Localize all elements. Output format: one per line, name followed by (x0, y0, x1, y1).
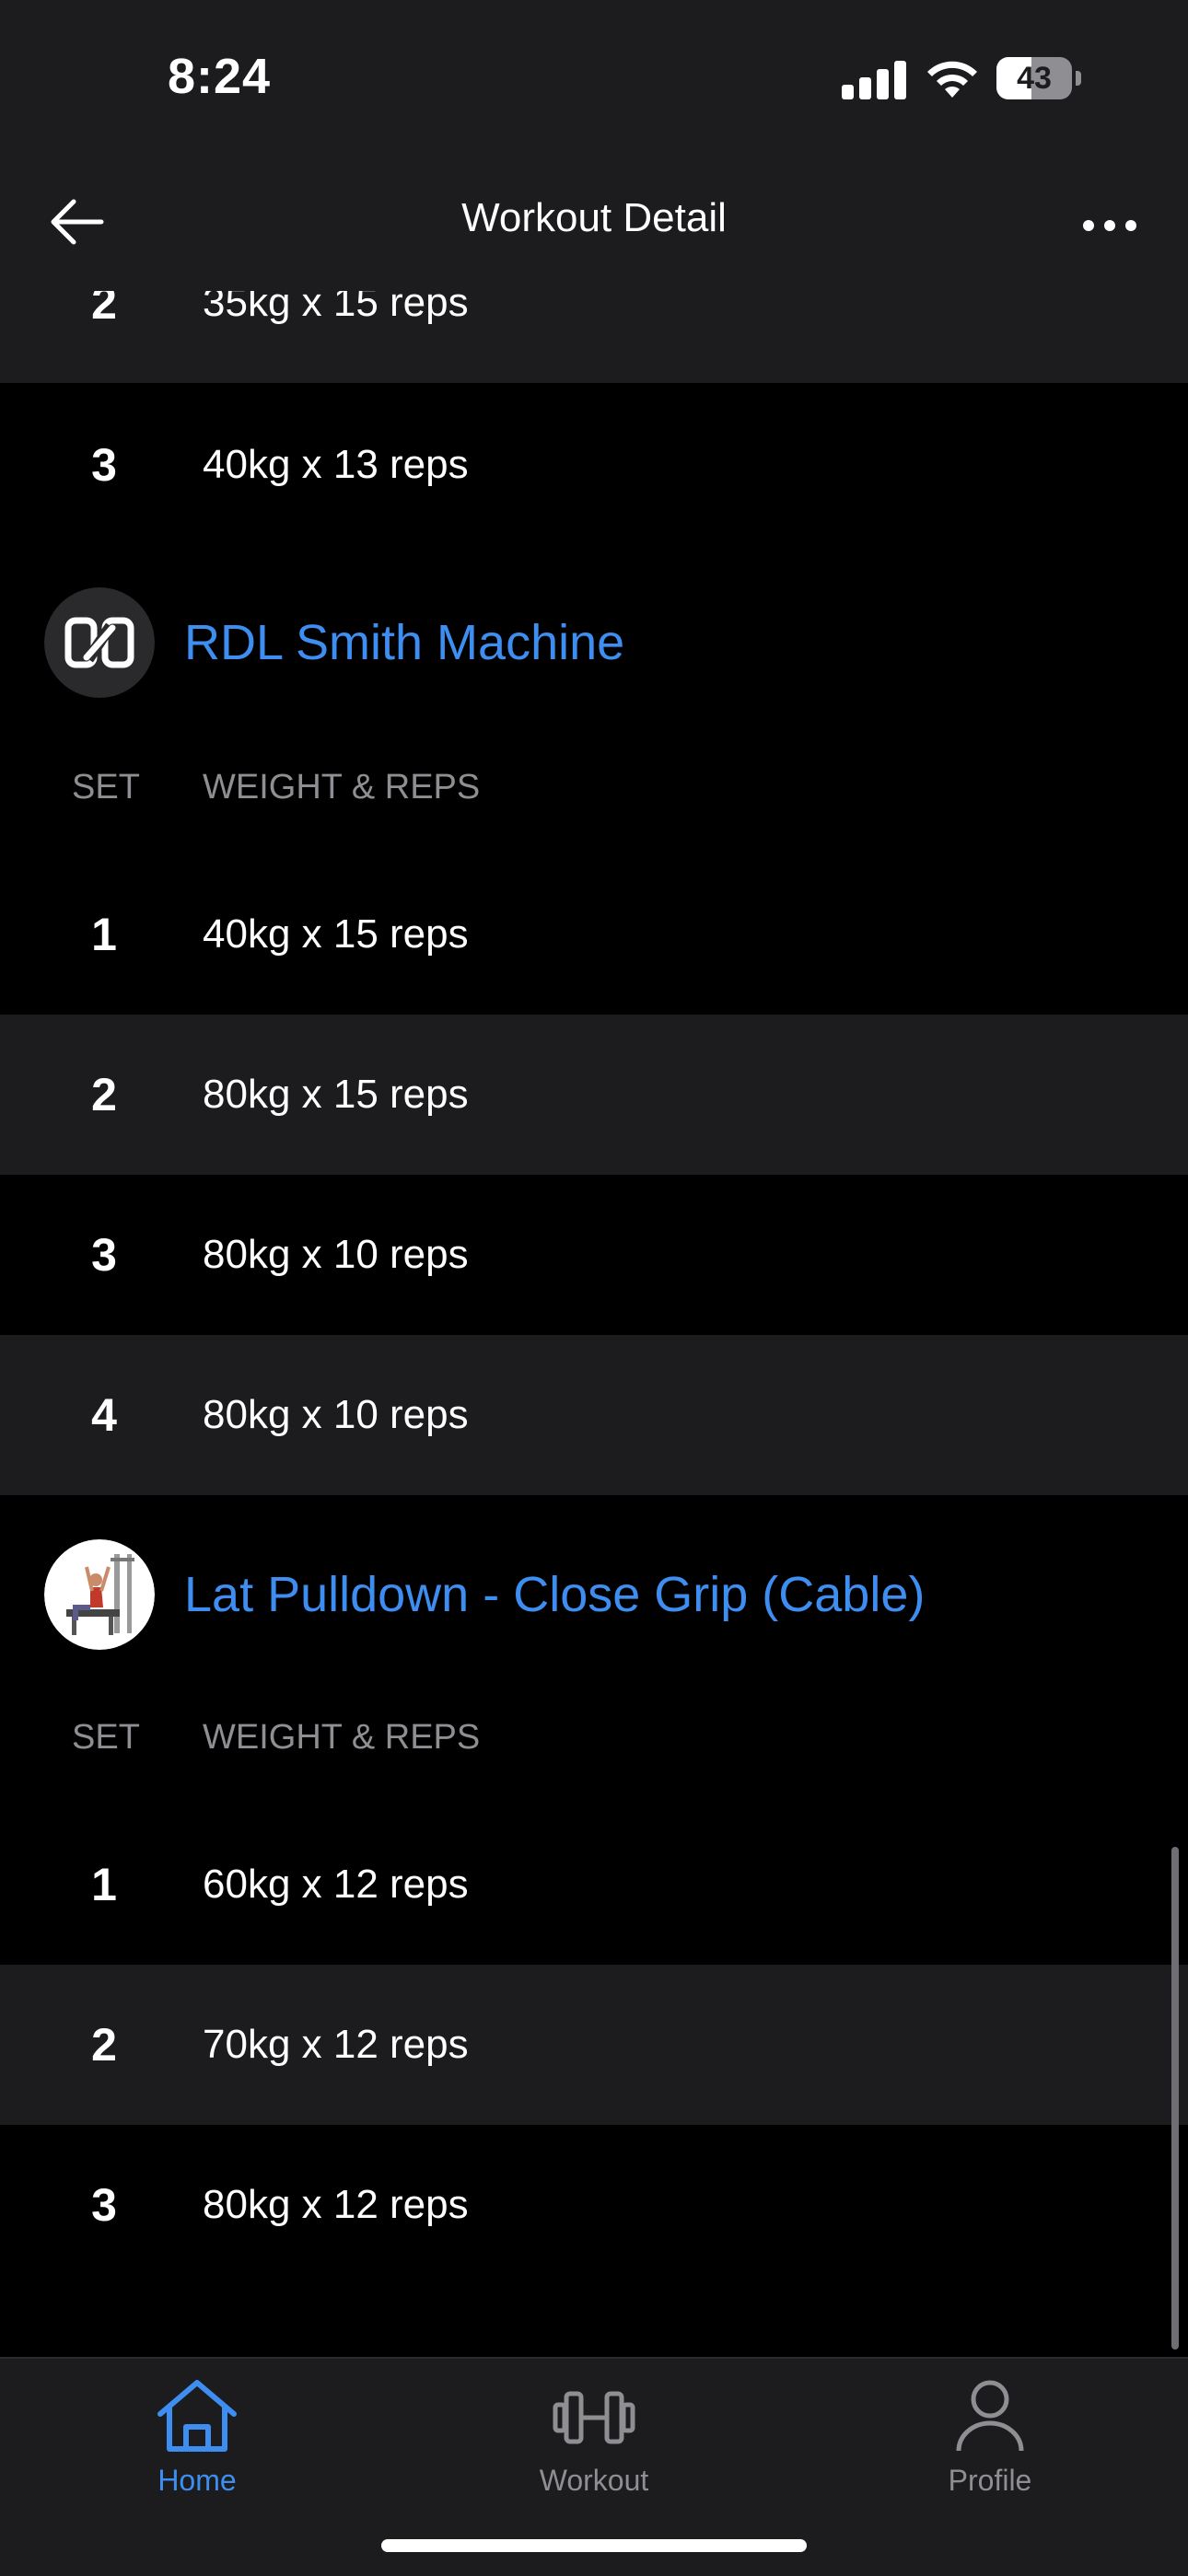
set-number: 1 (91, 909, 117, 960)
set-weight-reps: 80kg x 10 reps (203, 1392, 469, 1437)
set-weight-reps: 80kg x 12 reps (203, 2182, 469, 2227)
tab-profile[interactable]: Profile (870, 2359, 1110, 2497)
navigation-bar: 8:24 43 Workout Detail (0, 0, 1188, 291)
wifi-icon (927, 61, 977, 98)
column-headers: SET WEIGHT & REPS (0, 1709, 1188, 1764)
ellipsis-icon[interactable] (1083, 220, 1136, 231)
home-icon (157, 2380, 237, 2452)
set-weight-reps: 80kg x 10 reps (203, 1232, 469, 1277)
set-number: 3 (91, 1229, 117, 1281)
battery-level: 43 (1017, 61, 1052, 96)
column-headers: SET WEIGHT & REPS (0, 759, 1188, 814)
set-row: 3 80kg x 10 reps (0, 1175, 1188, 1335)
page-title: Workout Detail (461, 195, 727, 240)
exercise-name[interactable]: RDL Smith Machine (184, 582, 624, 703)
set-weight-reps: 40kg x 15 reps (203, 911, 469, 957)
person-icon (956, 2380, 1024, 2452)
set-row: 1 60kg x 12 reps (0, 1804, 1188, 1965)
exercise-thumbnail-icon (44, 1539, 155, 1650)
set-row: 1 40kg x 15 reps (0, 854, 1188, 1015)
set-row: 3 40kg x 13 reps (0, 385, 1188, 545)
set-weight-reps: 70kg x 12 reps (203, 2022, 469, 2067)
exercise-header[interactable]: RDL Smith Machine (0, 582, 1188, 703)
home-indicator[interactable] (381, 2539, 807, 2552)
dumbbell-icon (553, 2391, 635, 2444)
tab-workout[interactable]: Workout (474, 2359, 714, 2497)
scrollbar[interactable] (1171, 1847, 1179, 2350)
exercise-name[interactable]: Lat Pulldown - Close Grip (Cable) (184, 1534, 925, 1655)
set-weight-reps: 40kg x 13 reps (203, 442, 469, 487)
battery-icon: 43 (996, 57, 1081, 99)
tab-home[interactable]: Home (77, 2359, 317, 2497)
set-row: 2 70kg x 12 reps (0, 1965, 1188, 2125)
set-weight-reps: 60kg x 12 reps (203, 1862, 469, 1907)
set-number: 3 (91, 439, 117, 491)
column-header-set: SET (72, 1718, 140, 1757)
set-row: 2 80kg x 15 reps (0, 1015, 1188, 1175)
exercise-header[interactable]: Lat Pulldown - Close Grip (Cable) (0, 1534, 1188, 1655)
tab-workout-label: Workout (539, 2464, 649, 2497)
exercise-thumbnail-icon (44, 587, 155, 698)
tab-home-label: Home (157, 2464, 237, 2497)
column-header-weight-reps: WEIGHT & REPS (203, 1718, 481, 1757)
status-time: 8:24 (168, 49, 272, 104)
set-row: 3 80kg x 12 reps (0, 2125, 1188, 2285)
column-header-weight-reps: WEIGHT & REPS (203, 768, 481, 806)
set-number: 2 (91, 2019, 117, 2071)
set-number: 4 (91, 1389, 117, 1441)
set-number: 1 (91, 1859, 117, 1910)
set-row: 4 80kg x 10 reps (0, 1335, 1188, 1495)
column-header-set: SET (72, 768, 140, 806)
cellular-signal-icon (842, 61, 906, 99)
tab-profile-label: Profile (948, 2464, 1032, 2497)
set-weight-reps: 80kg x 15 reps (203, 1072, 469, 1117)
set-number: 2 (91, 1069, 117, 1120)
set-number: 3 (91, 2179, 117, 2231)
